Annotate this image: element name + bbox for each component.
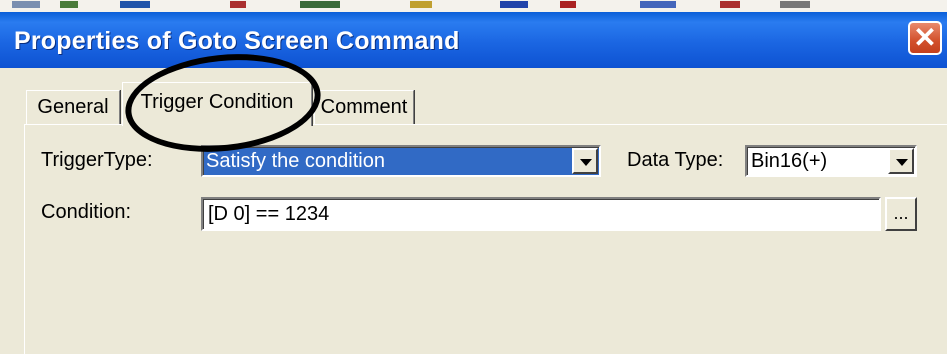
close-button[interactable]: ✕: [908, 21, 942, 55]
close-icon: ✕: [913, 22, 937, 53]
data-type-value: Bin16(+): [751, 150, 828, 172]
tab-trigger-condition-label: Trigger Condition: [140, 91, 294, 113]
ellipsis-icon: ...: [893, 203, 909, 223]
tab-panel-trigger-condition: TriggerType: Satisfy the condition Data …: [24, 124, 947, 354]
condition-browse-button[interactable]: ...: [885, 197, 917, 231]
trigger-type-select[interactable]: Satisfy the condition: [201, 145, 601, 177]
condition-label: Condition:: [41, 201, 132, 223]
chevron-down-icon[interactable]: [888, 148, 914, 174]
trigger-type-label: TriggerType:: [41, 149, 153, 171]
dialog-titlebar[interactable]: Properties of Goto Screen Command ✕: [0, 12, 947, 68]
condition-value: [D 0] == 1234: [208, 203, 330, 225]
tab-general-label: General: [37, 96, 109, 118]
chevron-down-icon[interactable]: [572, 148, 598, 174]
tab-comment-label: Comment: [320, 96, 408, 118]
tab-trigger-condition[interactable]: Trigger Condition: [122, 82, 312, 126]
background-window-strip: [0, 0, 947, 12]
data-type-select[interactable]: Bin16(+): [745, 145, 917, 177]
trigger-type-value: Satisfy the condition: [206, 150, 385, 172]
tab-comment[interactable]: Comment: [314, 90, 414, 124]
dialog-title: Properties of Goto Screen Command: [14, 27, 460, 55]
condition-input[interactable]: [D 0] == 1234: [201, 197, 881, 231]
dialog-body: TriggerType: Satisfy the condition Data …: [0, 68, 947, 354]
tab-general[interactable]: General: [26, 90, 120, 124]
data-type-label: Data Type:: [627, 149, 724, 171]
